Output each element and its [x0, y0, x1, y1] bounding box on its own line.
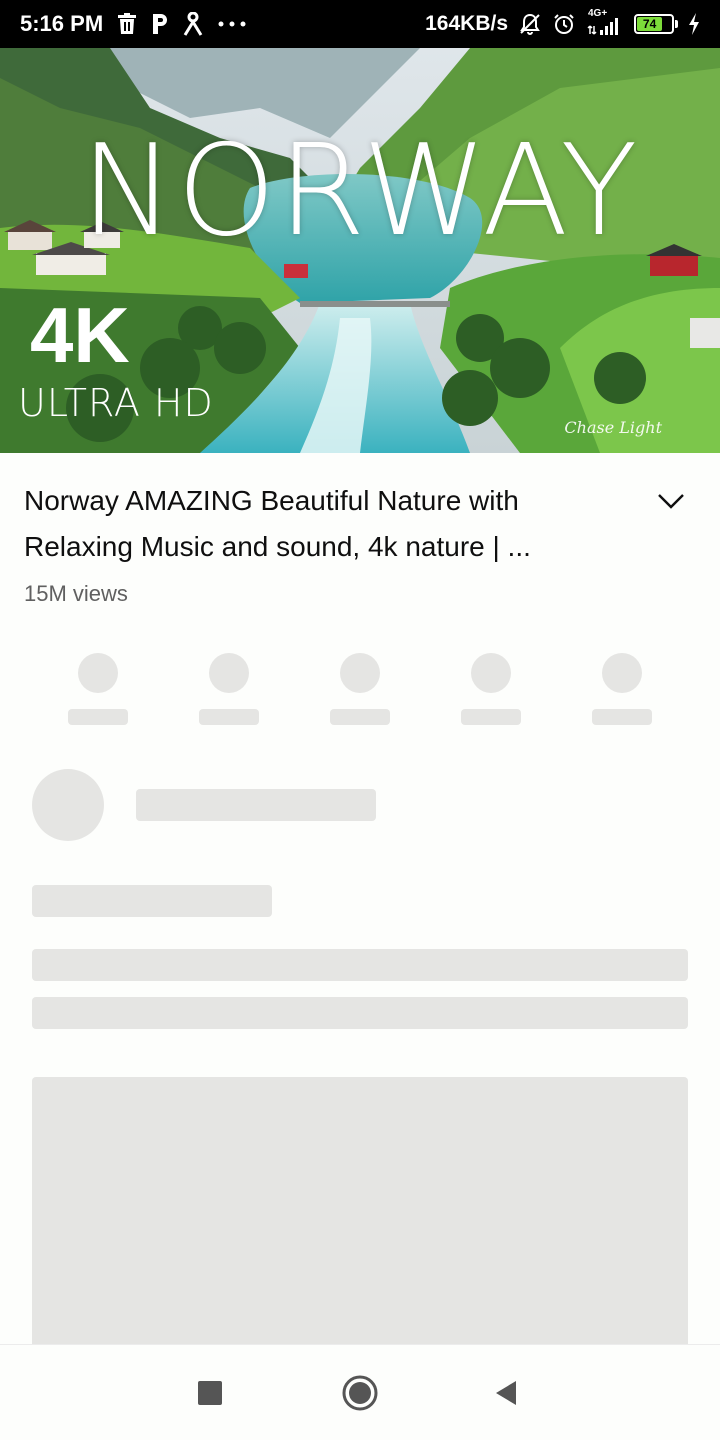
- description-line-placeholder-1: [32, 885, 272, 917]
- action-placeholder-icon-4: [471, 653, 511, 693]
- battery-level: 74: [637, 17, 663, 31]
- back-button[interactable]: [478, 1365, 534, 1421]
- thumbnail-4k-badge: 4K: [30, 291, 130, 379]
- video-title[interactable]: Norway AMAZING Beautiful Nature with Rel…: [24, 478, 624, 570]
- action-placeholder-icon-1: [78, 653, 118, 693]
- status-right: 164KB/s 4G+ 74: [425, 8, 700, 38]
- action-placeholder-label-1: [68, 709, 128, 725]
- action-placeholder-label-3: [330, 709, 390, 725]
- system-nav-bar: [0, 1344, 720, 1440]
- channel-avatar-placeholder: [32, 769, 104, 841]
- view-count: 15M views: [24, 581, 128, 606]
- recents-square-icon: [198, 1381, 222, 1405]
- charging-icon: [688, 13, 700, 35]
- channel-name-placeholder: [136, 789, 376, 821]
- content-block-placeholder: [32, 1077, 688, 1344]
- thumbnail-signature: Chase Light: [564, 418, 662, 437]
- action-placeholder-icon-2: [209, 653, 249, 693]
- recents-button[interactable]: [182, 1365, 238, 1421]
- trash-icon: [117, 13, 137, 35]
- description-line-placeholder-2: [32, 949, 688, 981]
- expand-description-button[interactable]: [652, 484, 690, 518]
- action-placeholder-label-4: [461, 709, 521, 725]
- status-left: 5:16 PM: [20, 11, 247, 37]
- battery-icon: 74: [634, 14, 678, 34]
- status-bar: 5:16 PM 164KB/s 4G+ 74: [0, 0, 720, 48]
- action-placeholder-icon-3: [340, 653, 380, 693]
- signal-icon: 4G+: [586, 8, 624, 38]
- thumbnail-title-text: NORWAY: [80, 117, 640, 264]
- status-time: 5:16 PM: [20, 11, 104, 36]
- action-placeholder-icon-5: [602, 653, 642, 693]
- back-triangle-icon: [496, 1381, 516, 1405]
- description-line-placeholder-3: [32, 997, 688, 1029]
- action-placeholder-label-5: [592, 709, 652, 725]
- chevron-down-icon: [658, 494, 684, 509]
- parking-icon: [151, 13, 169, 35]
- video-thumbnail[interactable]: NORWAY 4K ULTRA HD Chase Light: [0, 48, 720, 453]
- action-placeholder-label-2: [199, 709, 259, 725]
- alarm-icon: [552, 12, 576, 36]
- network-speed: 164KB/s: [425, 12, 508, 35]
- person-icon: [183, 12, 203, 36]
- thumbnail-ultra-hd-label: ULTRA HD: [18, 381, 214, 425]
- home-circle-icon: [342, 1375, 378, 1411]
- more-dots-icon: [217, 20, 247, 28]
- home-button[interactable]: [332, 1365, 388, 1421]
- mute-bell-icon: [518, 12, 542, 36]
